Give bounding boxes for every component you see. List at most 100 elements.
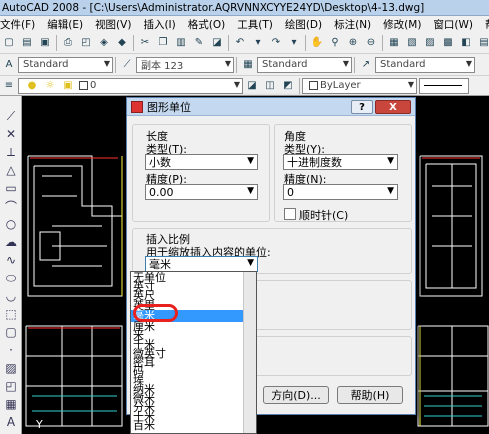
length-precision-value: 0.00 xyxy=(149,185,174,199)
markup-icon[interactable]: ◧ xyxy=(459,36,473,50)
sun-icon: ☼ xyxy=(45,80,55,91)
dialog-title: 图形单位 xyxy=(147,100,191,114)
autocad-app-icon xyxy=(131,100,143,113)
zoom-previous-icon[interactable]: ⊖ xyxy=(364,36,378,50)
color-value: ByLayer xyxy=(320,80,361,91)
chevron-down-icon: ▼ xyxy=(247,156,254,166)
plot-icon[interactable]: ◆ xyxy=(115,36,129,50)
revision-cloud-icon[interactable]: ☁ xyxy=(3,234,19,250)
menu-window[interactable]: 窗口(W) xyxy=(427,17,479,32)
print-preview-icon[interactable]: ◰ xyxy=(79,36,93,50)
dim-style-value: 副本 123 xyxy=(141,61,184,72)
menu-tools[interactable]: 工具(T) xyxy=(231,17,279,32)
multileader-style-value: Standard xyxy=(380,59,426,70)
redo-icon[interactable]: ↷ xyxy=(269,36,283,50)
print-icon[interactable]: ⎙ xyxy=(61,36,75,50)
angle-precision-select[interactable]: 0 ▼ xyxy=(283,184,398,200)
menu-insert[interactable]: 插入(I) xyxy=(137,17,181,32)
help-button[interactable]: 帮助(H) xyxy=(337,386,403,404)
paste-icon[interactable]: ▥ xyxy=(174,36,188,50)
ucs-y-axis-label: Y xyxy=(36,418,43,431)
zoom-window-icon[interactable]: ⊕ xyxy=(346,36,360,50)
toolbar-separator xyxy=(299,77,300,94)
layer-color-swatch xyxy=(79,81,88,90)
multiline-text-icon[interactable]: A xyxy=(3,414,19,430)
polyline-icon[interactable]: ⟂ xyxy=(3,144,19,160)
toolbar-separator xyxy=(228,34,229,51)
menu-format[interactable]: 格式(O) xyxy=(182,17,231,32)
clockwise-checkbox[interactable] xyxy=(284,208,296,220)
menu-dimension[interactable]: 标注(N) xyxy=(328,17,377,32)
multileader-style-icon: ↗ xyxy=(361,59,371,70)
pan-icon[interactable]: ✋ xyxy=(310,36,324,50)
layer-states-icon[interactable]: ◩ xyxy=(281,79,295,93)
ellipse-icon[interactable]: ⬭ xyxy=(3,270,19,286)
menu-modify[interactable]: 修改(M) xyxy=(377,17,427,32)
angle-type-select[interactable]: 十进制度数 ▼ xyxy=(283,154,398,170)
lock-icon: ▣ xyxy=(63,80,73,91)
dim-style-combo[interactable]: 副本 123 ▼ xyxy=(136,56,234,73)
insertion-units-dropdown-list: 无单位 英寸 英尺 英里 毫米 厘米 米 千米 微英寸 密耳 码 埃 纳米 微米… xyxy=(130,271,257,434)
menu-edit[interactable]: 编辑(E) xyxy=(41,17,89,32)
multileader-style-combo[interactable]: Standard ▼ xyxy=(375,56,475,73)
dialog-close-button[interactable]: X xyxy=(375,100,411,114)
make-block-icon[interactable]: ▢ xyxy=(3,324,19,340)
layer-manager-icon[interactable]: ≡ xyxy=(2,79,16,93)
table-icon[interactable]: ▦ xyxy=(3,396,19,412)
menu-file[interactable]: 文件(F) xyxy=(0,17,41,32)
menu-view[interactable]: 视图(V) xyxy=(89,17,137,32)
properties-icon[interactable]: ▦ xyxy=(387,36,401,50)
spline-icon[interactable]: ∿ xyxy=(3,252,19,268)
dialog-help-button[interactable]: ? xyxy=(351,100,373,114)
line-icon[interactable]: ⟋ xyxy=(3,108,19,124)
linetype-combo[interactable] xyxy=(419,77,469,94)
calculator-icon[interactable]: ▤ xyxy=(477,36,489,50)
point-icon[interactable]: · xyxy=(3,342,19,358)
menu-draw[interactable]: 绘图(D) xyxy=(279,17,328,32)
unit-option[interactable]: 百米 xyxy=(133,420,155,431)
layer-combo[interactable]: ● ☼ ▣ 0 ▼ xyxy=(18,77,243,94)
zoom-realtime-icon[interactable]: ⚲ xyxy=(328,36,342,50)
text-style-combo[interactable]: Standard ▼ xyxy=(18,56,113,73)
length-type-select[interactable]: 小数 ▼ xyxy=(145,154,258,170)
toolbar-separator xyxy=(354,56,355,73)
new-file-icon[interactable]: ▢ xyxy=(2,36,16,50)
design-center-icon[interactable]: ▧ xyxy=(405,36,419,50)
direction-button[interactable]: 方向(D)... xyxy=(263,386,329,404)
rectangle-icon[interactable]: ▭ xyxy=(3,180,19,196)
insert-block-icon[interactable]: ⬚ xyxy=(3,306,19,322)
open-folder-icon[interactable]: ▤ xyxy=(20,36,34,50)
chevron-down-icon: ▼ xyxy=(465,58,472,68)
insertion-units-select[interactable]: 毫米 ▼ xyxy=(145,256,258,272)
match-properties-icon[interactable]: ✎ xyxy=(192,36,206,50)
undo-icon[interactable]: ↶ xyxy=(233,36,247,50)
layer-previous-icon[interactable]: ◫ xyxy=(263,79,277,93)
tool-palettes-icon[interactable]: ▨ xyxy=(423,36,437,50)
ellipse-arc-icon[interactable]: ◡ xyxy=(3,288,19,304)
insertion-units-value: 毫米 xyxy=(149,258,171,271)
dropdown-scrollbar[interactable] xyxy=(243,272,256,433)
arc-icon[interactable]: ⌒ xyxy=(3,198,19,214)
menu-help[interactable]: 帮助(H) xyxy=(479,17,489,32)
redo-dropdown-icon[interactable]: ▾ xyxy=(287,36,301,50)
construction-line-icon[interactable]: ✕ xyxy=(3,126,19,142)
hatch-icon[interactable]: ▨ xyxy=(3,360,19,376)
toolbar-separator xyxy=(305,34,306,51)
circle-icon[interactable]: ○ xyxy=(3,216,19,232)
table-style-combo[interactable]: Standard ▼ xyxy=(257,56,352,73)
make-current-layer-icon[interactable]: ◪ xyxy=(245,79,259,93)
publish-icon[interactable]: ◈ xyxy=(97,36,111,50)
block-editor-icon[interactable]: ◪ xyxy=(210,36,224,50)
toolbar-separator xyxy=(236,56,237,73)
color-combo[interactable]: ByLayer ▼ xyxy=(302,77,417,94)
sheet-set-icon[interactable]: ▩ xyxy=(441,36,455,50)
save-icon[interactable]: ▣ xyxy=(38,36,52,50)
polygon-icon[interactable]: △ xyxy=(3,162,19,178)
length-type-value: 小数 xyxy=(149,156,171,169)
undo-dropdown-icon[interactable]: ▾ xyxy=(251,36,265,50)
chevron-down-icon: ▼ xyxy=(407,79,414,89)
region-icon[interactable]: ◰ xyxy=(3,378,19,394)
copy-icon[interactable]: ❐ xyxy=(156,36,170,50)
length-precision-select[interactable]: 0.00 ▼ xyxy=(145,184,258,200)
cut-icon[interactable]: ✂ xyxy=(138,36,152,50)
